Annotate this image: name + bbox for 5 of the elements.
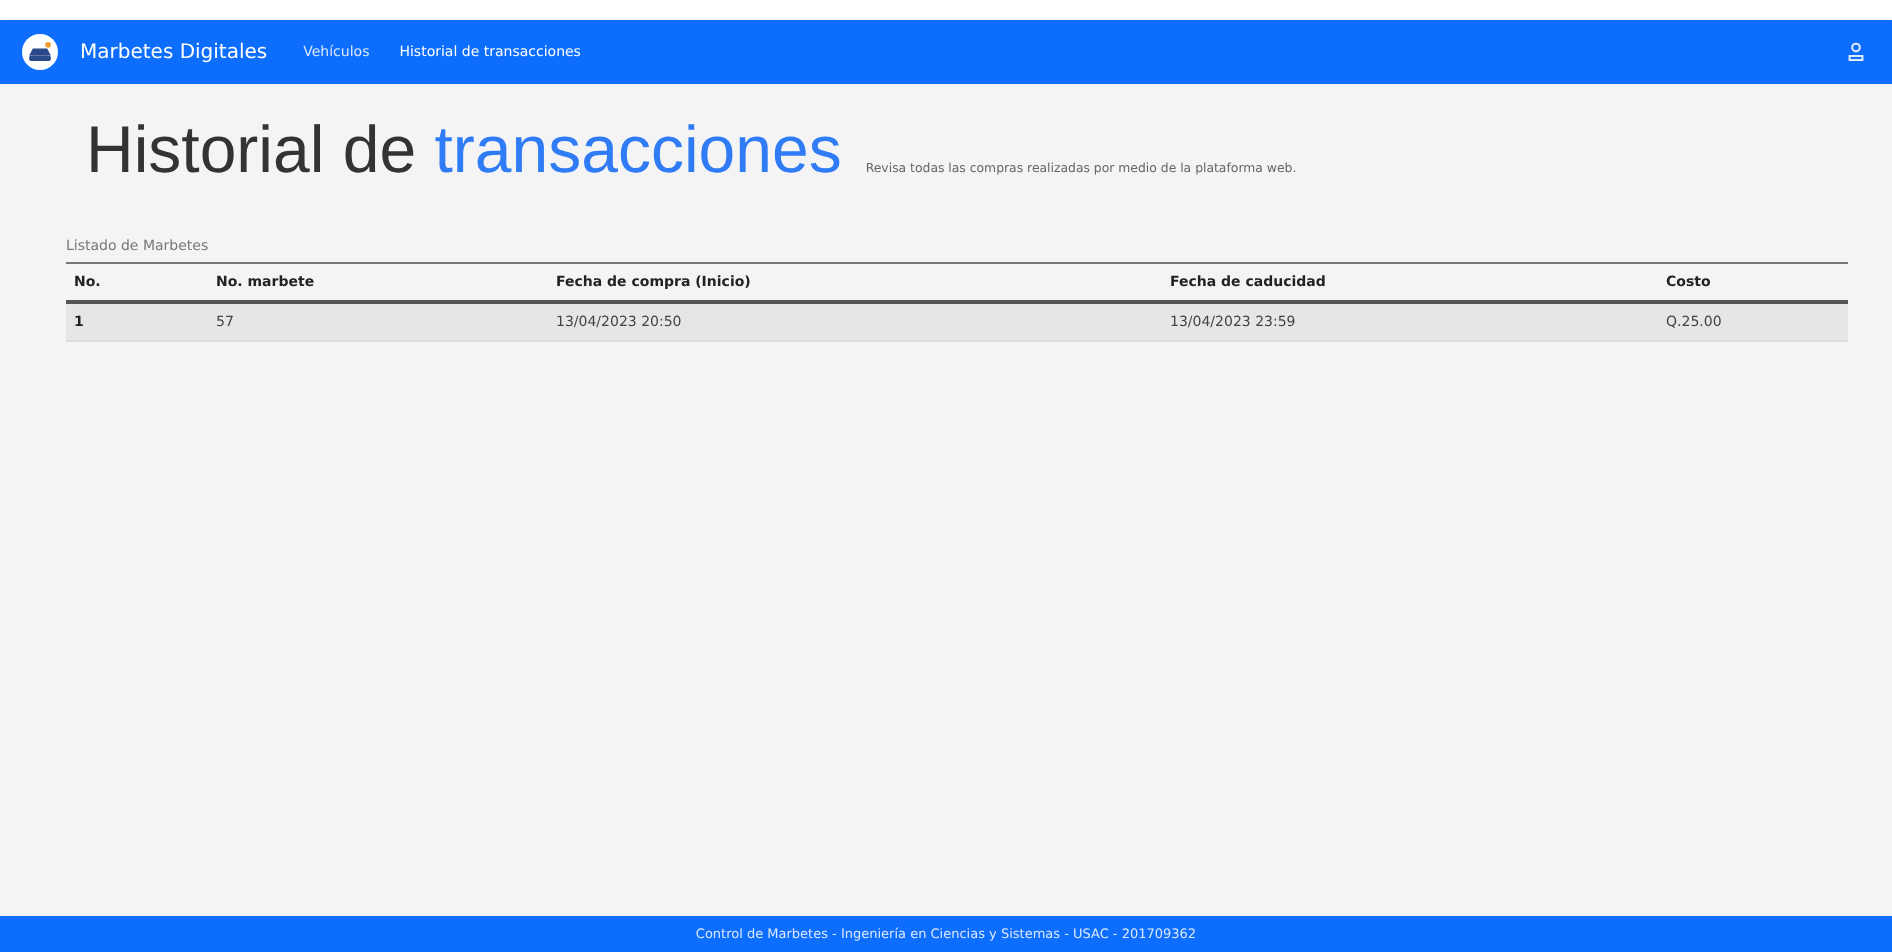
page-title-accent: transacciones <box>434 112 842 186</box>
car-logo-icon[interactable] <box>22 34 58 70</box>
page-title: Historial de <box>86 112 417 186</box>
brand-link[interactable]: Marbetes Digitales <box>80 41 268 63</box>
user-icon[interactable] <box>1848 42 1864 62</box>
